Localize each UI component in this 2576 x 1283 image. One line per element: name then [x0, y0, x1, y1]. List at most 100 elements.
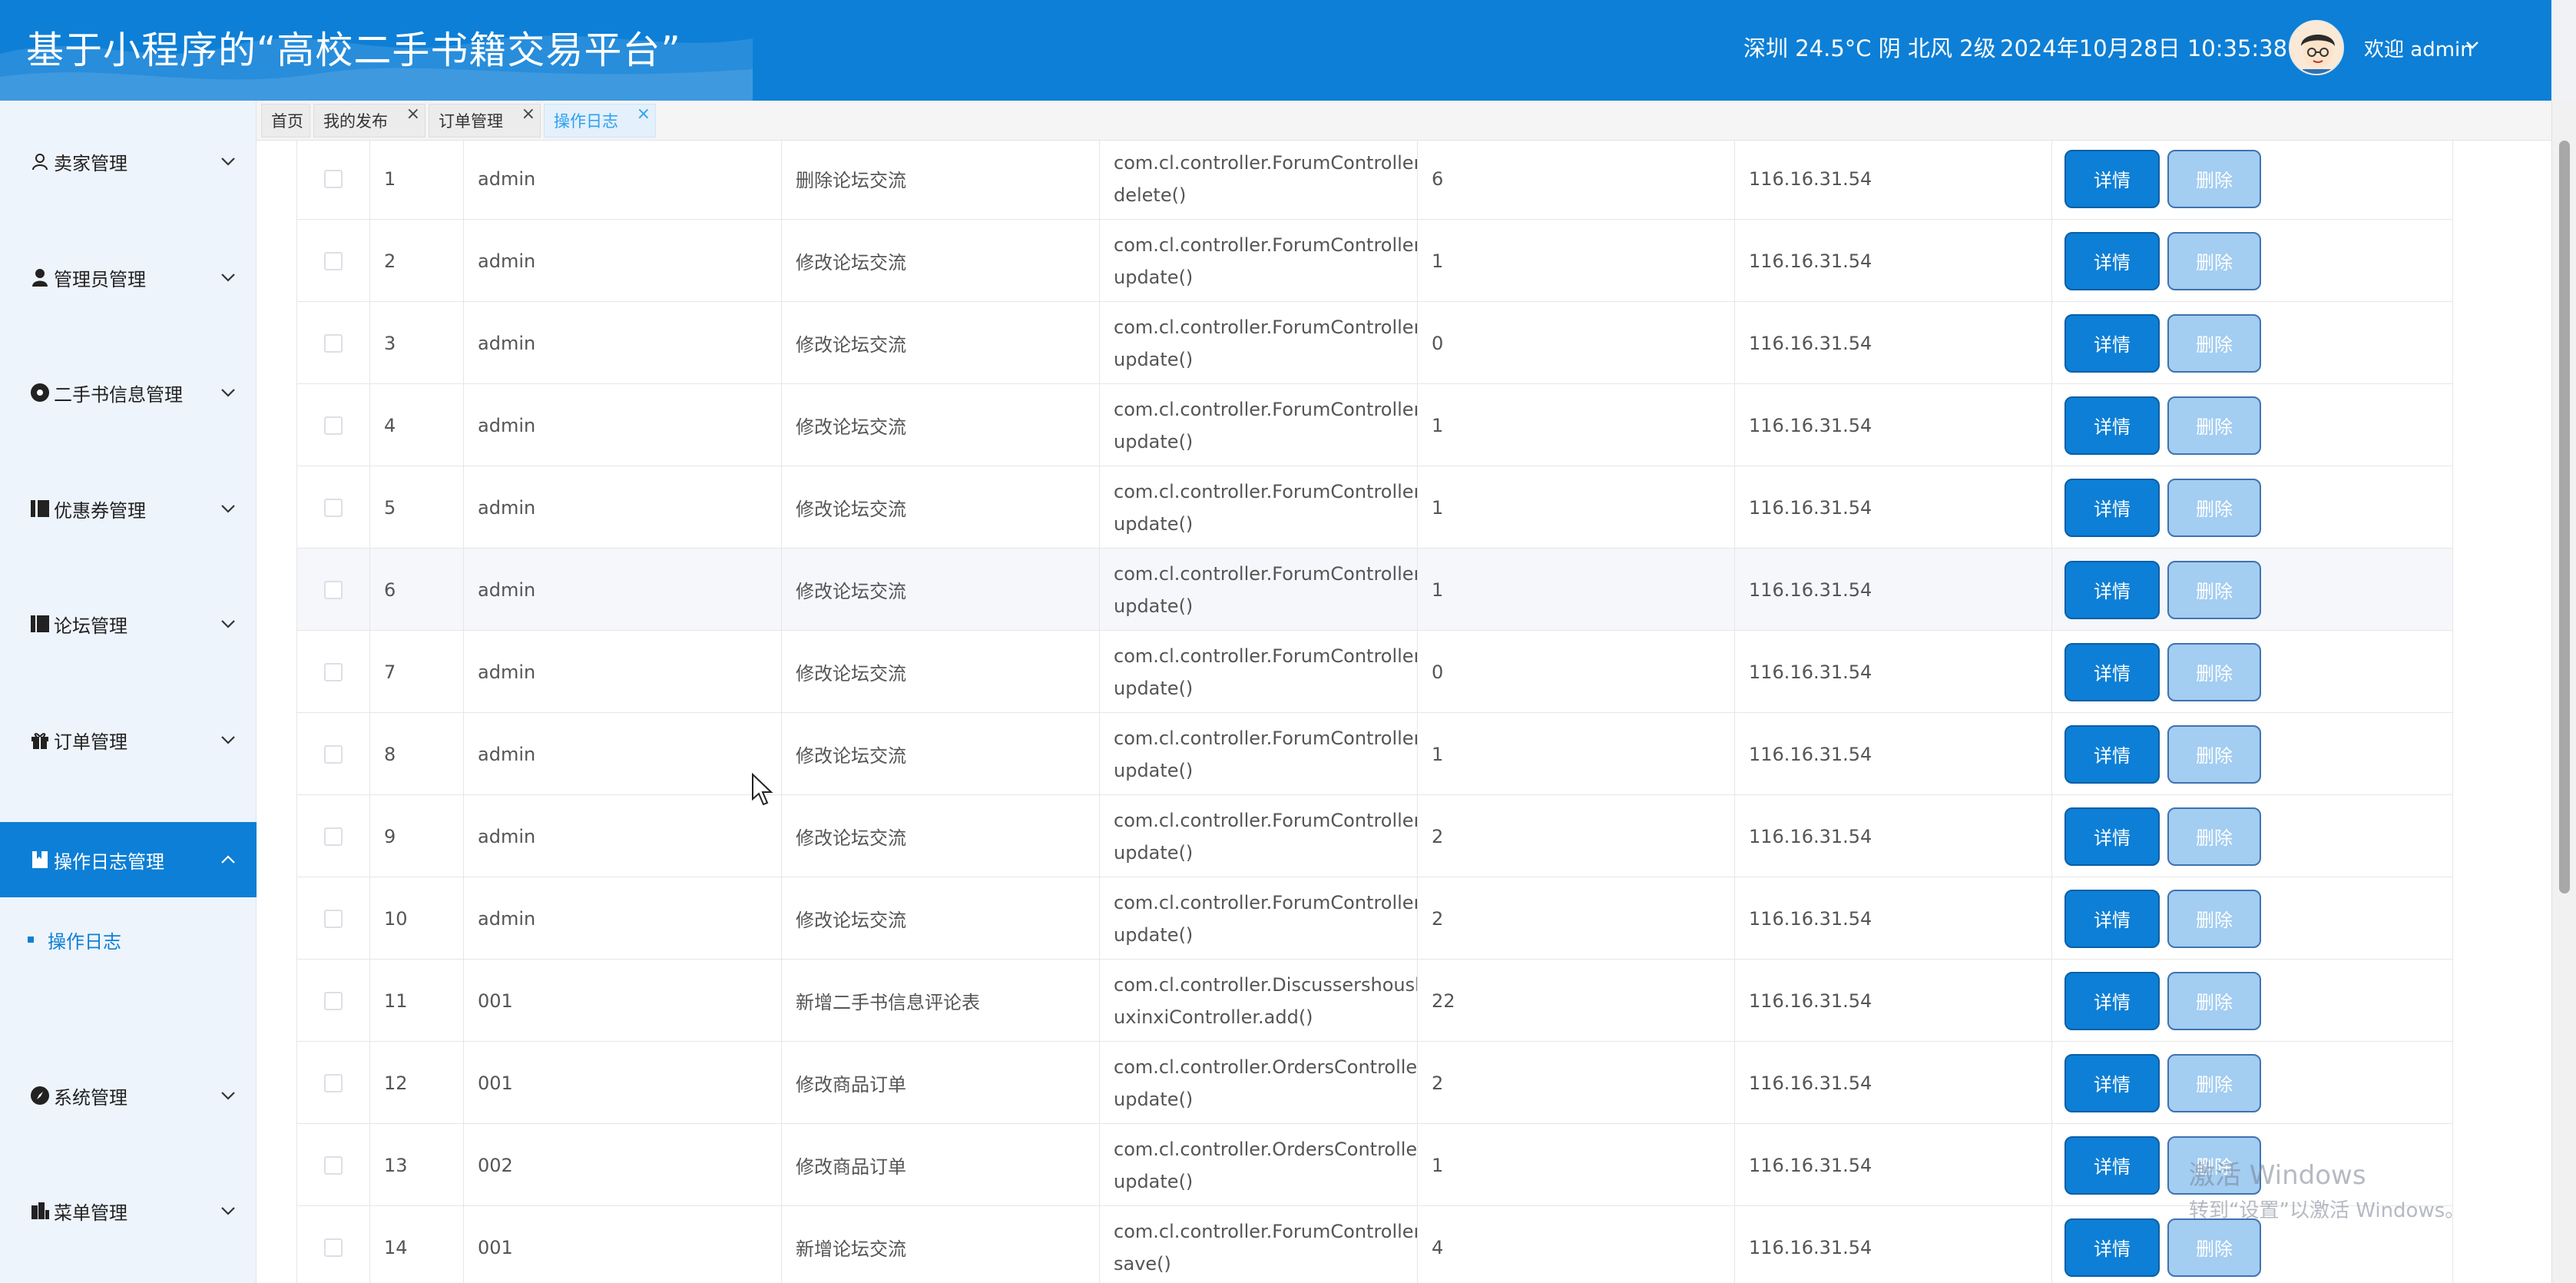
welcome-user-menu[interactable]: 欢迎 admin [2364, 34, 2473, 62]
table-row[interactable]: 3 admin 修改论坛交流 com.cl.controller.ForumContr… [296, 302, 2453, 384]
row-checkbox[interactable] [324, 662, 343, 681]
delete-button[interactable]: 删除 [2167, 313, 2261, 373]
detail-button[interactable]: 详情 [2064, 313, 2160, 373]
detail-button[interactable]: 详情 [2064, 231, 2160, 290]
sidebar-item-coupon[interactable]: 优惠券管理 [0, 471, 257, 546]
close-icon[interactable]: × [406, 106, 420, 123]
sidebar-item-seller[interactable]: 卖家管理 [0, 124, 257, 199]
chevron-down-icon [221, 620, 235, 628]
row-checkbox[interactable] [324, 498, 343, 517]
detail-button[interactable]: 详情 [2064, 149, 2160, 208]
table-row[interactable]: 1 admin 删除论坛交流 com.cl.controller.ForumContr… [296, 141, 2453, 220]
submenu-item-operation-log[interactable]: 操作日志 [0, 914, 257, 965]
cell-username: admin [464, 631, 782, 713]
row-checkbox[interactable] [324, 333, 343, 353]
method-text: com.cl.controller.OrdersController. updat… [1114, 1133, 1417, 1198]
sidebar-item-system[interactable]: 系统管理 [0, 1058, 257, 1133]
row-checkbox[interactable] [324, 1073, 343, 1092]
table-row[interactable]: 10 admin 修改论坛交流 com.cl.controller.ForumCont… [296, 877, 2453, 960]
detail-button[interactable]: 详情 [2064, 807, 2160, 866]
method-text: com.cl.controller.ForumController. update… [1114, 229, 1417, 293]
delete-button[interactable]: 删除 [2167, 396, 2261, 455]
delete-button[interactable]: 删除 [2167, 971, 2261, 1030]
sidebar-item-operation-log[interactable]: 操作日志管理 [0, 822, 257, 897]
table-row[interactable]: 11 001 新增二手书信息评论表 com.cl.controller.Discuss… [296, 960, 2453, 1042]
cell-id: 12 [370, 1042, 464, 1124]
delete-button[interactable]: 删除 [2167, 889, 2261, 948]
table-row[interactable]: 14 001 新增论坛交流 com.cl.controller.ForumContro… [296, 1206, 2453, 1283]
avatar[interactable] [2289, 20, 2344, 75]
cell-actions: 详情 删除 [2052, 549, 2453, 631]
delete-button[interactable]: 删除 [2167, 1218, 2261, 1277]
tab-my-posts[interactable]: 我的发布 × [313, 104, 425, 138]
delete-button[interactable]: 删除 [2167, 642, 2261, 701]
detail-button[interactable]: 详情 [2064, 560, 2160, 619]
chevron-down-icon[interactable] [2462, 35, 2482, 55]
tab-operation-log[interactable]: 操作日志 × [544, 104, 656, 138]
detail-button[interactable]: 详情 [2064, 971, 2160, 1030]
delete-button[interactable]: 删除 [2167, 724, 2261, 784]
table-row[interactable]: 4 admin 修改论坛交流 com.cl.controller.ForumContr… [296, 384, 2453, 466]
chevron-up-icon [221, 855, 235, 864]
delete-button[interactable]: 删除 [2167, 149, 2261, 208]
sidebar-item-admin[interactable]: 管理员管理 [0, 240, 257, 315]
table-row[interactable]: 6 admin 修改论坛交流 com.cl.controller.ForumContr… [296, 549, 2453, 631]
cell-username: 002 [464, 1124, 782, 1206]
cell-params: 1 [1418, 384, 1735, 466]
cell-username: admin [464, 549, 782, 631]
detail-button[interactable]: 详情 [2064, 642, 2160, 701]
table-row[interactable]: 2 admin 修改论坛交流 com.cl.controller.ForumContr… [296, 220, 2453, 302]
cell-operation: 修改论坛交流 [782, 795, 1100, 877]
detail-button[interactable]: 详情 [2064, 724, 2160, 784]
row-checkbox[interactable] [324, 169, 343, 188]
table-row[interactable]: 9 admin 修改论坛交流 com.cl.controller.ForumContr… [296, 795, 2453, 877]
cell-id: 13 [370, 1124, 464, 1206]
sidebar-item-orders[interactable]: 订单管理 [0, 702, 257, 777]
detail-button[interactable]: 详情 [2064, 396, 2160, 455]
row-checkbox[interactable] [324, 416, 343, 435]
detail-button[interactable]: 详情 [2064, 1053, 2160, 1112]
table-row[interactable]: 7 admin 修改论坛交流 com.cl.controller.ForumContr… [296, 631, 2453, 713]
table-row[interactable]: 5 admin 修改论坛交流 com.cl.controller.ForumContr… [296, 466, 2453, 549]
row-checkbox[interactable] [324, 991, 343, 1010]
delete-button[interactable]: 删除 [2167, 478, 2261, 537]
cell-operation: 新增论坛交流 [782, 1206, 1100, 1283]
cell-operation: 修改论坛交流 [782, 631, 1100, 713]
row-checkbox[interactable] [324, 909, 343, 928]
sidebar-item-label: 菜单管理 [54, 1202, 127, 1224]
row-checkbox[interactable] [324, 744, 343, 764]
table-row[interactable]: 13 002 修改商品订单 com.cl.controller.OrdersContr… [296, 1124, 2453, 1206]
row-checkbox[interactable] [324, 580, 343, 599]
row-checkbox[interactable] [324, 827, 343, 846]
table-row[interactable]: 8 admin 修改论坛交流 com.cl.controller.ForumContr… [296, 713, 2453, 795]
detail-button[interactable]: 详情 [2064, 1218, 2160, 1277]
tab-label: 操作日志 [554, 112, 618, 131]
row-checkbox[interactable] [324, 1238, 343, 1257]
sidebar-item-menu[interactable]: 菜单管理 [0, 1173, 257, 1248]
method-line2: update() [1114, 348, 1194, 370]
sidebar-item-forum[interactable]: 论坛管理 [0, 586, 257, 661]
close-icon[interactable]: × [637, 106, 651, 123]
detail-button[interactable]: 详情 [2064, 1135, 2160, 1195]
cell-params: 1 [1418, 713, 1735, 795]
table-row[interactable]: 12 001 修改商品订单 com.cl.controller.OrdersContr… [296, 1042, 2453, 1124]
chevron-down-icon [221, 505, 235, 513]
cell-params: 4 [1418, 1206, 1735, 1283]
close-icon[interactable]: × [521, 106, 535, 123]
cell-actions: 详情 删除 [2052, 220, 2453, 302]
sidebar-item-book-info[interactable]: 二手书信息管理 [0, 355, 257, 430]
cell-ip: 116.16.31.54 [1735, 795, 2052, 877]
tab-orders[interactable]: 订单管理 × [429, 104, 541, 138]
delete-button[interactable]: 删除 [2167, 231, 2261, 290]
row-checkbox[interactable] [324, 251, 343, 270]
detail-button[interactable]: 详情 [2064, 478, 2160, 537]
row-checkbox[interactable] [324, 1155, 343, 1175]
scrollbar-thumb[interactable] [2559, 141, 2570, 893]
detail-button[interactable]: 详情 [2064, 889, 2160, 948]
delete-button[interactable]: 删除 [2167, 560, 2261, 619]
tab-home[interactable]: 首页 [261, 104, 310, 138]
delete-button[interactable]: 删除 [2167, 1053, 2261, 1112]
cell-username: admin [464, 466, 782, 549]
delete-button[interactable]: 删除 [2167, 807, 2261, 866]
page-scrollbar[interactable] [2551, 101, 2576, 1283]
